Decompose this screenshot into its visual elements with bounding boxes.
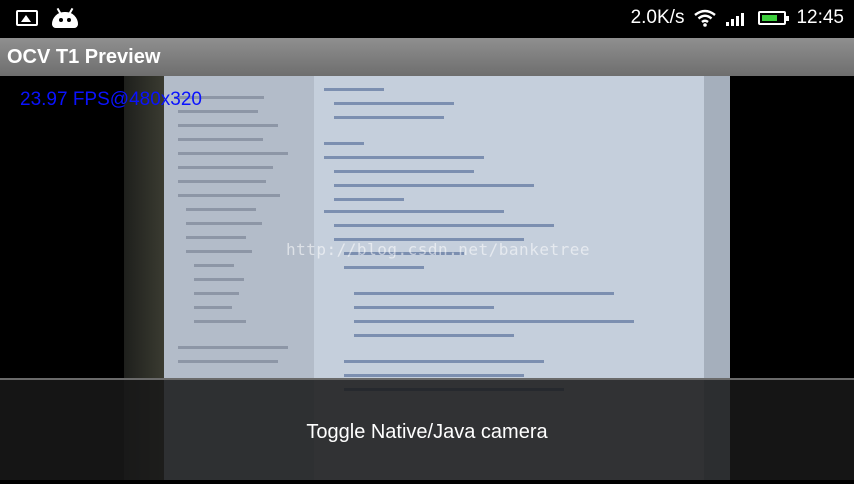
network-speed: 2.0K/s [630, 7, 685, 28]
android-icon [52, 7, 78, 28]
app-title: OCV T1 Preview [0, 38, 854, 76]
gallery-icon [16, 10, 38, 26]
wifi-icon [694, 9, 717, 27]
clock: 12:45 [796, 7, 844, 28]
watermark-text: http://blog.csdn.net/banketree [286, 240, 590, 259]
toggle-camera-button[interactable]: Toggle Native/Java camera [0, 380, 854, 480]
status-bar: 2.0K/s 12:45 [0, 0, 854, 38]
signal-icon [726, 13, 745, 26]
fps-counter: 23.97 FPS@480x320 [20, 89, 202, 110]
battery-icon [758, 11, 790, 25]
action-bar: Toggle Native/Java camera [0, 378, 854, 480]
